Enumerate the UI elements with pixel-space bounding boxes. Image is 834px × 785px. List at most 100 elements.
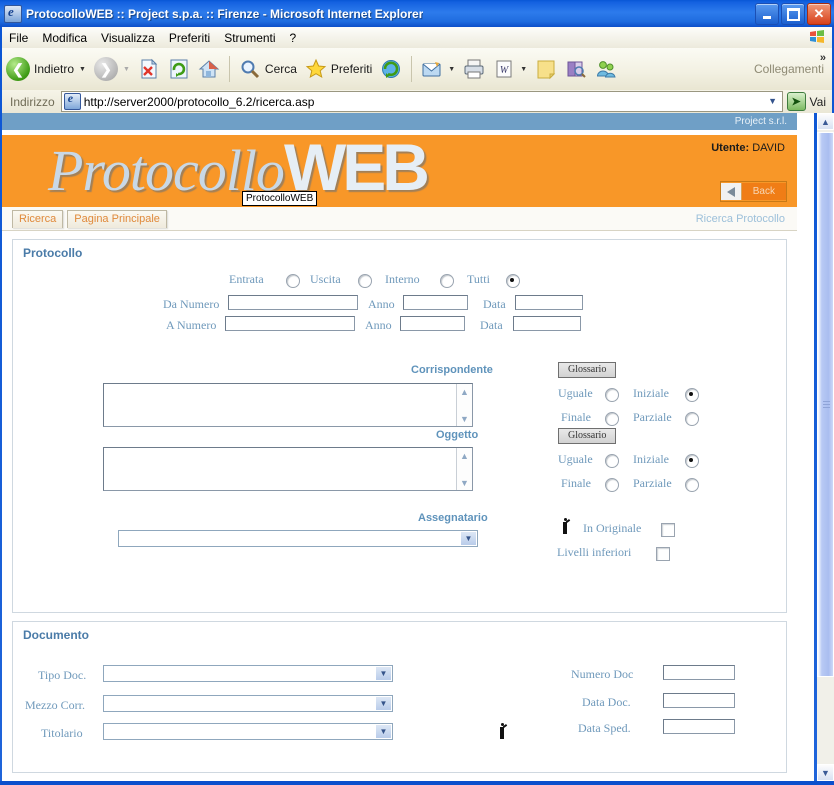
refresh-button[interactable]: [164, 51, 194, 87]
a-anno-label: Anno: [365, 318, 392, 332]
in-originale-checkbox[interactable]: [661, 523, 675, 537]
person-icon-titolario: [498, 723, 508, 740]
ogg-finale-radio[interactable]: [605, 478, 619, 492]
menu-strumenti[interactable]: Strumenti: [217, 29, 282, 47]
scroll-up-icon-2[interactable]: ▲: [457, 448, 472, 463]
type-uscita-radio[interactable]: [358, 274, 372, 288]
da-anno-label: Anno: [368, 297, 395, 311]
ogg-uguale-radio[interactable]: [605, 454, 619, 468]
type-interno-radio[interactable]: [440, 274, 454, 288]
oggetto-textarea[interactable]: ▲ ▼: [103, 447, 473, 491]
corr-uguale-radio[interactable]: [605, 388, 619, 402]
word-button[interactable]: W ▼: [489, 51, 531, 87]
oggetto-scrollbar[interactable]: ▲ ▼: [456, 448, 472, 490]
da-data-input[interactable]: [515, 295, 583, 310]
ogg-uguale-label: Uguale: [558, 452, 593, 466]
corrispondente-glossario-button[interactable]: Glossario: [558, 362, 617, 378]
menu-preferiti[interactable]: Preferiti: [162, 29, 217, 47]
oggetto-glossario-button[interactable]: Glossario: [558, 428, 617, 444]
print-button[interactable]: [459, 51, 489, 87]
menu-modifica[interactable]: Modifica: [35, 29, 94, 47]
back-dropdown-icon[interactable]: ▼: [79, 66, 86, 73]
ogg-parziale-radio[interactable]: [685, 478, 699, 492]
ogg-iniziale-radio[interactable]: [685, 454, 699, 468]
web-page: Project s.r.l. ProtocolloWEB ProtocolloW…: [2, 113, 797, 781]
stop-button[interactable]: [134, 51, 164, 87]
data-doc-label: Data Doc.: [582, 695, 631, 709]
links-label[interactable]: Collegamenti: [754, 62, 824, 76]
maximize-button[interactable]: [781, 3, 805, 25]
notes-button[interactable]: [531, 51, 561, 87]
back-page-label: Back: [741, 183, 786, 200]
corrispondente-textarea[interactable]: ▲ ▼: [103, 383, 473, 427]
menu-help[interactable]: ?: [283, 29, 304, 47]
chevron-down-icon-mezzo: ▼: [376, 697, 391, 710]
chevron-down-icon-titolario: ▼: [376, 725, 391, 738]
toolbar-overflow-icon[interactable]: »: [820, 52, 826, 64]
scroll-down-icon-2[interactable]: ▼: [457, 475, 472, 490]
tab-pagina-principale[interactable]: Pagina Principale: [67, 209, 167, 228]
close-button[interactable]: ✕: [807, 3, 831, 25]
assegnatario-select[interactable]: ▼: [118, 530, 478, 547]
menu-visualizza-label: Visualizza: [101, 30, 155, 45]
forward-dropdown-icon: ▼: [122, 65, 130, 73]
data-sped-input[interactable]: [663, 719, 735, 734]
address-dropdown-icon[interactable]: ▼: [765, 92, 781, 109]
titolario-select[interactable]: ▼: [103, 723, 393, 740]
da-numero-label: Da Numero: [163, 297, 220, 311]
back-page-button[interactable]: Back: [719, 181, 787, 202]
chevron-down-icon: ▼: [461, 532, 476, 545]
menu-visualizza[interactable]: Visualizza: [94, 29, 162, 47]
numero-doc-input[interactable]: [663, 665, 735, 680]
a-anno-input[interactable]: [400, 316, 465, 331]
back-button[interactable]: ❮ Indietro ▼: [2, 51, 90, 87]
da-numero-input[interactable]: [228, 295, 358, 310]
a-numero-input[interactable]: [225, 316, 355, 331]
search-button[interactable]: Cerca: [235, 51, 301, 87]
corr-finale-radio[interactable]: [605, 412, 619, 426]
home-button[interactable]: [194, 51, 224, 87]
mail-dropdown-icon[interactable]: ▼: [448, 66, 455, 73]
vertical-scrollbar[interactable]: ▲ ▼: [817, 113, 834, 781]
mail-button[interactable]: ▼: [417, 51, 459, 87]
type-uscita-label: Uscita: [310, 272, 341, 286]
mezzo-corr-select[interactable]: ▼: [103, 695, 393, 712]
tab-ricerca[interactable]: Ricerca: [12, 209, 64, 228]
titolario-label: Titolario: [41, 726, 83, 740]
scrollbar-down-button[interactable]: ▼: [817, 764, 834, 781]
address-input[interactable]: http://server2000/protocollo_6.2/ricerca…: [60, 91, 783, 112]
messenger-button[interactable]: [591, 51, 621, 87]
menu-file[interactable]: File: [2, 29, 35, 47]
magnifier-icon: [241, 60, 259, 79]
scroll-down-icon[interactable]: ▼: [457, 411, 472, 426]
maximize-icon: [786, 7, 800, 21]
da-data-label: Data: [483, 297, 506, 311]
corr-iniziale-radio[interactable]: [685, 388, 699, 402]
word-dropdown-icon[interactable]: ▼: [520, 66, 527, 73]
research-button[interactable]: [561, 51, 591, 87]
type-entrata-radio[interactable]: [286, 274, 300, 288]
window-title: ProtocolloWEB :: Project s.p.a. :: Firen…: [26, 6, 424, 21]
scroll-up-icon[interactable]: ▲: [457, 384, 472, 399]
scrollbar-up-button[interactable]: ▲: [817, 113, 834, 130]
menu-strumenti-label: Strumenti: [224, 30, 276, 45]
scrollbar-thumb[interactable]: [817, 132, 834, 677]
browser-window: ProtocolloWEB :: Project s.p.a. :: Firen…: [0, 0, 834, 785]
history-button[interactable]: [376, 51, 406, 87]
favorites-button[interactable]: Preferiti: [301, 51, 376, 87]
type-tutti-radio[interactable]: [506, 274, 520, 288]
livelli-inferiori-checkbox[interactable]: [656, 547, 670, 561]
go-button[interactable]: ➤ Vai: [785, 92, 832, 111]
site-logo: ProtocolloWEB: [48, 135, 430, 205]
minimize-button[interactable]: [755, 3, 779, 25]
a-data-input[interactable]: [513, 316, 581, 331]
forward-arrow-icon: ❯: [93, 57, 118, 81]
da-anno-input[interactable]: [403, 295, 468, 310]
tipo-doc-select[interactable]: ▼: [103, 665, 393, 682]
assegnatario-label: Assegnatario: [418, 512, 488, 524]
status-bar: [0, 781, 834, 785]
forward-button[interactable]: ❯ ▼: [90, 51, 134, 87]
corr-parziale-radio[interactable]: [685, 412, 699, 426]
corrispondente-scrollbar[interactable]: ▲ ▼: [456, 384, 472, 426]
data-doc-input[interactable]: [663, 693, 735, 708]
